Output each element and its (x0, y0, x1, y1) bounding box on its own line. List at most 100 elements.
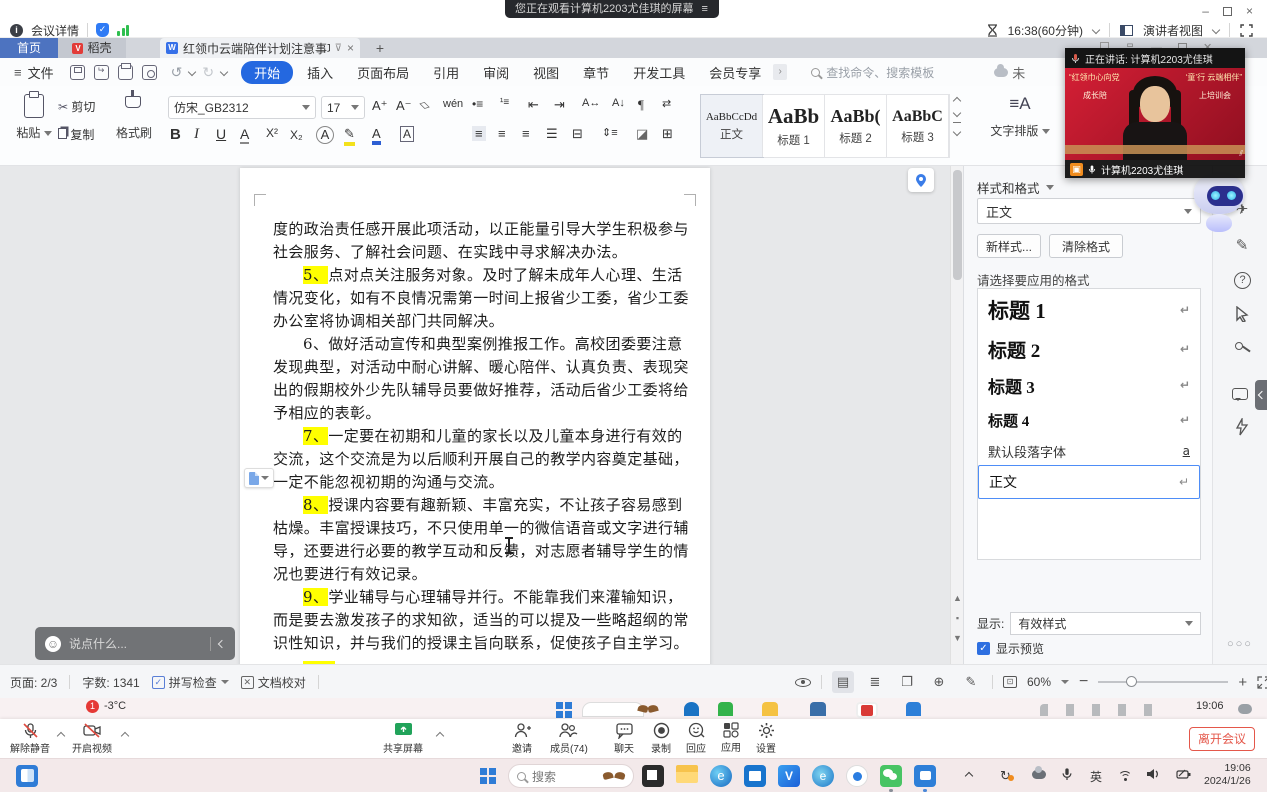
skills-icon[interactable] (1234, 418, 1250, 436)
ribbon-tab-会员专享[interactable]: 会员专享 (699, 61, 771, 84)
comment-tools-icon[interactable] (1232, 388, 1248, 400)
print-preview-icon[interactable] (142, 65, 157, 80)
ribbon-tab-视图[interactable]: 视图 (523, 61, 569, 84)
tab-docer[interactable]: V 稻壳 (58, 38, 126, 58)
ribbon-tab-引用[interactable]: 引用 (423, 61, 469, 84)
ime-indicator[interactable]: 英 (1090, 768, 1102, 785)
scrollbar-thumb[interactable] (953, 170, 962, 280)
wechat-icon[interactable] (880, 765, 902, 787)
fullscreen-icon[interactable] (1240, 24, 1253, 37)
style-item-标题 3[interactable]: 标题 3↵ (978, 367, 1200, 403)
word-count[interactable]: 字数: 1341 (82, 674, 139, 691)
zoom-in-icon[interactable]: + (1238, 674, 1247, 691)
close-tab-icon[interactable]: × (347, 41, 354, 55)
start-button[interactable] (480, 768, 497, 785)
print-icon[interactable] (118, 65, 133, 80)
style-item-标题 1[interactable]: 标题 1↵ (978, 289, 1200, 331)
character-border-icon[interactable]: A (400, 126, 414, 142)
show-preview-checkbox[interactable]: ✓ (977, 642, 990, 655)
highlight-color-icon[interactable]: ✎ (344, 126, 355, 146)
emoji-icon[interactable]: ☺ (45, 636, 61, 652)
style-item-默认段落字体[interactable]: 默认段落字体a (978, 437, 1200, 465)
more-tabs-badge[interactable]: › (773, 64, 787, 80)
superscript-icon[interactable]: X² (266, 126, 278, 140)
spell-check-button[interactable]: ✓ 拼写检查 (152, 674, 229, 691)
style-item-标题 2[interactable]: 标题 2↵ (978, 331, 1200, 367)
voov-app-icon[interactable]: V (778, 765, 800, 787)
text-effects-icon[interactable]: A (316, 126, 334, 144)
shading-icon[interactable]: ◪ (636, 126, 648, 142)
new-style-button[interactable]: 新样式... (977, 234, 1041, 258)
edit-pencil-icon[interactable]: ✎ (1232, 236, 1252, 256)
page-indicator[interactable]: 页面: 2/3 (10, 674, 57, 691)
zoom-slider[interactable] (1098, 681, 1228, 683)
scroll-page-icon[interactable]: ▪ (951, 610, 963, 626)
gallery-down-icon[interactable] (953, 109, 961, 117)
remote-app-fragment[interactable] (718, 702, 733, 716)
read-layout-icon[interactable]: ❐ (896, 671, 918, 693)
scroll-up-page-icon[interactable]: ▲ (951, 590, 963, 606)
show-filter-select[interactable]: 有效样式 (1010, 612, 1201, 635)
more-options-icon[interactable]: ○○○ (1227, 638, 1253, 650)
help-icon[interactable]: ? (1234, 272, 1251, 289)
clear-format-button[interactable]: 清除格式 (1049, 234, 1123, 258)
mic-options-chevron[interactable] (57, 732, 65, 740)
format-painter-button[interactable]: 格式刷 (112, 94, 156, 141)
sync-tray-icon[interactable]: ↻ (1000, 768, 1011, 784)
cut-button[interactable]: ✂ 剪切 (58, 98, 95, 115)
close-icon[interactable]: × (1246, 4, 1253, 18)
page-view-icon[interactable]: ▤ (832, 671, 854, 693)
paragraph-mark-icon[interactable]: ¶ (638, 97, 644, 113)
widgets-icon[interactable] (16, 765, 38, 787)
pin-tab-icon[interactable]: ⊽ (335, 43, 342, 54)
outline-view-icon[interactable]: ≣ (864, 671, 886, 693)
document-scrollbar[interactable]: ▲ ▪ ▼ (950, 166, 963, 664)
gallery-up-icon[interactable] (953, 97, 961, 105)
view-mode-button[interactable]: 演讲者视图 (1143, 22, 1203, 39)
ribbon-tab-审阅[interactable]: 审阅 (473, 61, 519, 84)
ribbon-tab-开发工具[interactable]: 开发工具 (623, 61, 695, 84)
writing-mode-icon[interactable]: ✎ (960, 671, 982, 693)
remote-app-fragment[interactable] (906, 702, 921, 716)
numbered-list-icon[interactable]: ¹≡ (500, 97, 509, 108)
justify-icon[interactable]: ☰ (546, 126, 558, 142)
resize-handle-icon[interactable]: ⫽ (1239, 149, 1243, 159)
pen-battery-icon[interactable] (1176, 768, 1191, 783)
border-icon[interactable]: ⊞ (662, 126, 673, 142)
font-color-icon[interactable]: A (372, 126, 381, 145)
style-item-标题 4[interactable]: 标题 4↵ (978, 403, 1200, 437)
mic-tray-icon[interactable] (1062, 768, 1072, 784)
ribbon-tab-章节[interactable]: 章节 (573, 61, 619, 84)
browser-app-icon[interactable]: e (812, 765, 834, 787)
remote-app-fragment[interactable] (856, 702, 878, 718)
gallery-style-正文[interactable]: AaBbCcDd正文 (701, 95, 763, 157)
align-center-icon[interactable]: ≡ (498, 126, 506, 141)
save-icon[interactable] (70, 65, 85, 80)
eye-protection-icon[interactable] (795, 678, 811, 687)
redo-icon[interactable]: ↻ (202, 64, 214, 81)
style-item-正文[interactable]: 正文↵ (978, 465, 1200, 499)
bold-icon[interactable]: B (170, 126, 181, 143)
tray-expand-icon[interactable] (966, 768, 972, 782)
unmute-button[interactable]: 解除静音 (10, 722, 50, 755)
zoom-out-icon[interactable]: − (1079, 673, 1088, 691)
current-style-select[interactable]: 正文 (977, 198, 1201, 224)
leave-meeting-button[interactable]: 离开会议 (1189, 727, 1255, 751)
apps-button[interactable]: 应用 (721, 722, 741, 754)
paste-options-float[interactable] (244, 468, 274, 488)
new-tab-button[interactable]: + (370, 38, 390, 58)
undo-icon[interactable]: ↺ (171, 64, 183, 81)
taskbar-clock[interactable]: 19:06 2024/1/26 (1204, 762, 1251, 788)
pinyin-guide-icon[interactable]: wén (443, 98, 463, 110)
video-options-chevron[interactable] (121, 732, 129, 740)
web-layout-icon[interactable]: ⊕ (928, 671, 950, 693)
location-pin-button[interactable] (908, 168, 934, 192)
subscript-icon[interactable]: X₂ (290, 128, 303, 142)
align-right-icon[interactable]: ≡ (522, 126, 530, 141)
ribbon-tab-页面布局[interactable]: 页面布局 (347, 61, 419, 84)
decrease-font-icon[interactable]: A⁻ (396, 98, 412, 114)
line-spacing-icon[interactable]: ⇕≡ (602, 126, 618, 139)
cloud-tray-icon[interactable] (1032, 768, 1046, 782)
chat-button[interactable]: 聊天 (614, 722, 634, 755)
remote-start-fragment[interactable] (556, 702, 572, 718)
